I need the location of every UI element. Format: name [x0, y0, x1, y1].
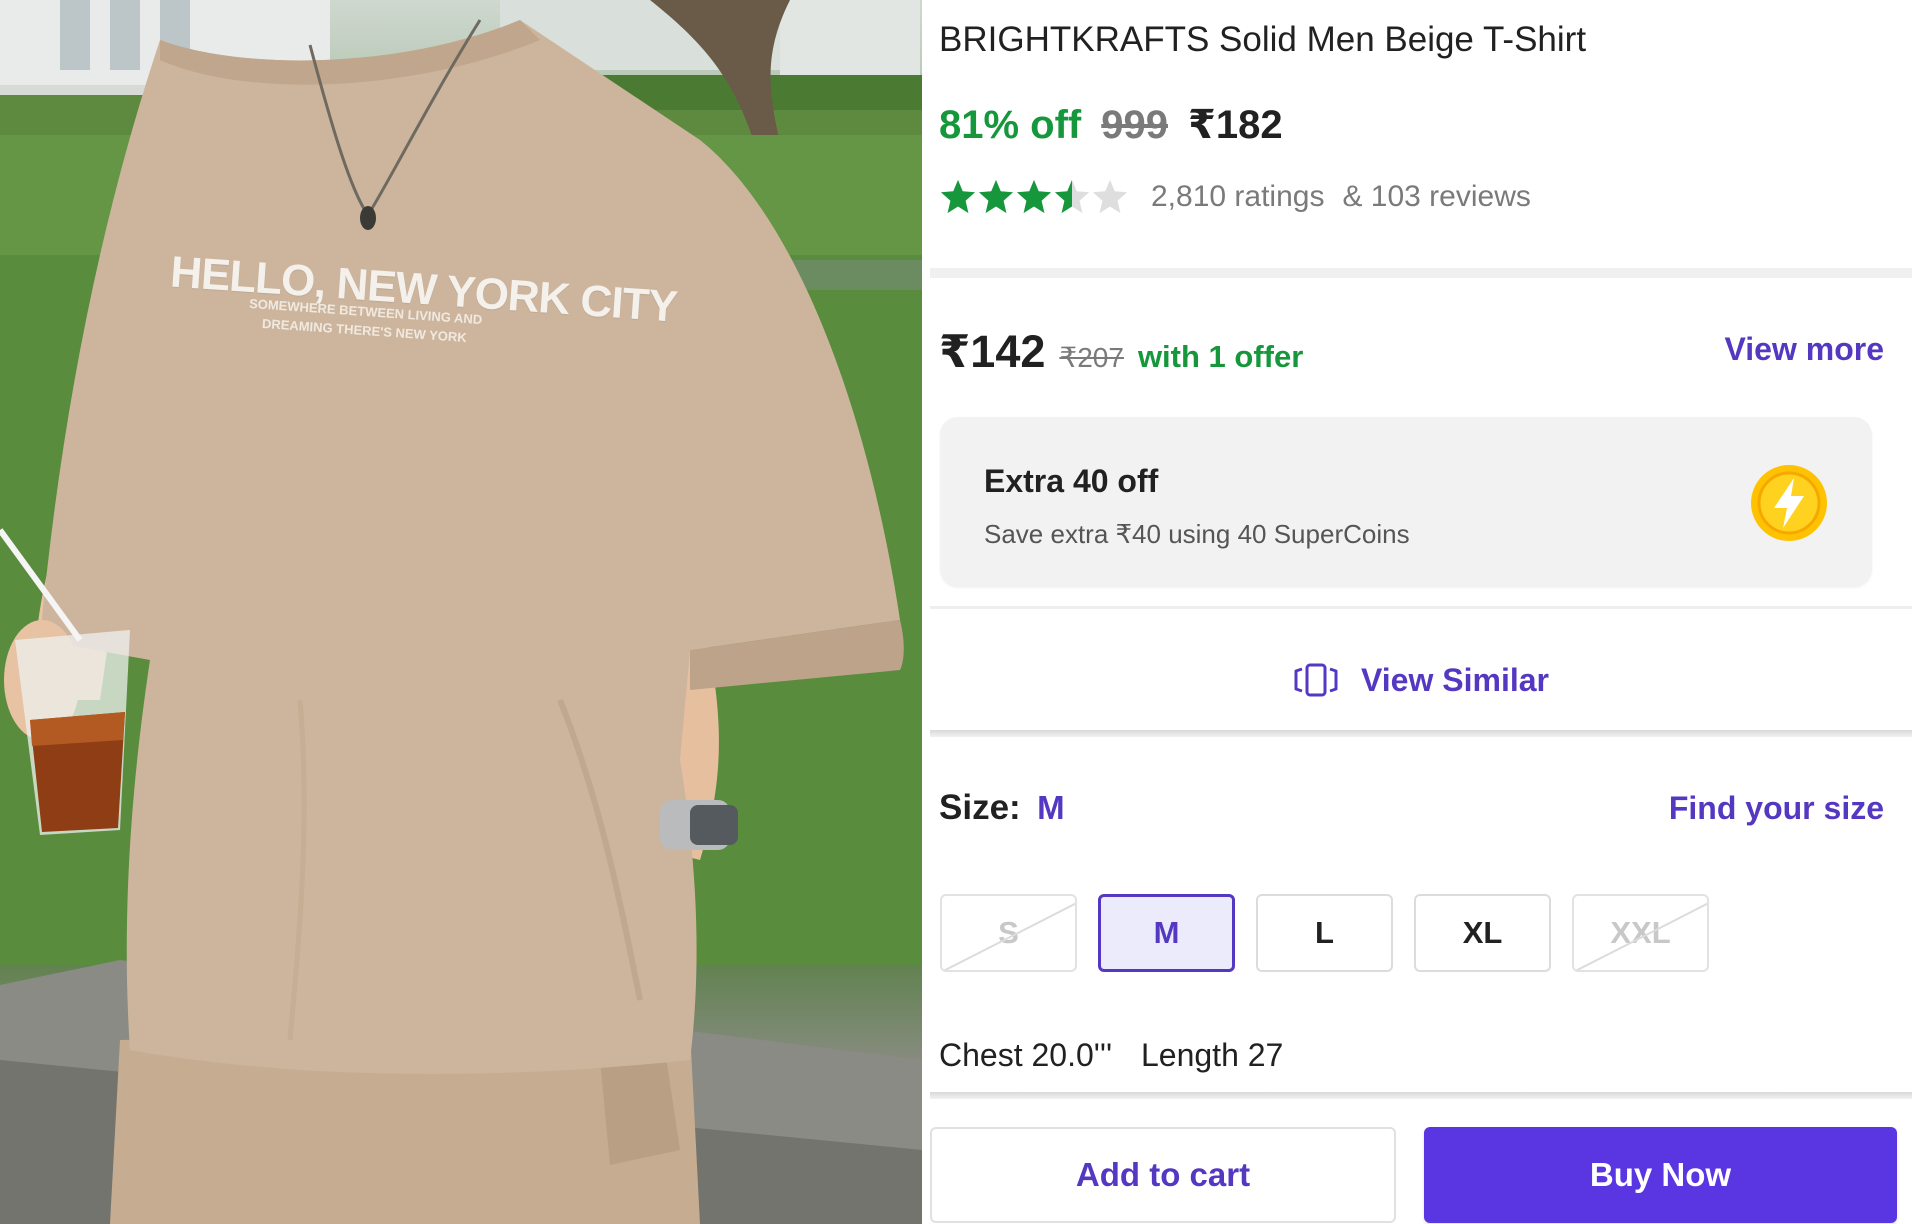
size-option-m[interactable]: M	[1098, 894, 1235, 972]
section-divider	[930, 268, 1912, 278]
add-to-cart-button[interactable]: Add to cart	[930, 1127, 1396, 1223]
offer-price: ₹142	[939, 326, 1046, 377]
size-options: S M L XL XXL	[940, 894, 1709, 972]
discount-percent: 81% off	[939, 103, 1082, 147]
supercoins-card[interactable]: Extra 40 off Save extra ₹40 using 40 Sup…	[940, 417, 1872, 587]
ratings-count: 2,810 ratings	[1151, 180, 1325, 213]
view-similar-icon	[1294, 663, 1338, 697]
view-similar-button[interactable]: View Similar	[922, 650, 1920, 710]
selected-size: M	[1037, 789, 1065, 826]
original-price: 999	[1101, 103, 1168, 147]
bottom-action-bar: Add to cart Buy Now	[930, 1110, 1912, 1224]
size-option-s[interactable]: S	[940, 894, 1077, 972]
section-divider	[930, 1092, 1912, 1099]
offer-text: with 1 offer	[1137, 339, 1304, 374]
view-similar-label: View Similar	[1361, 661, 1549, 698]
star-icon	[978, 179, 1014, 214]
offer-original-price: ₹207	[1059, 342, 1124, 373]
star-icon	[1054, 179, 1090, 214]
length-measurement: Length 27	[1140, 1037, 1284, 1073]
star-icon	[1016, 179, 1052, 214]
section-divider	[930, 606, 1912, 609]
product-image[interactable]: HELLO, NEW YORK CITY SOMEWHERE BETWEEN L…	[0, 0, 922, 1224]
size-measurements: Chest 20.0''' Length 27	[939, 1037, 1283, 1074]
star-icon	[1092, 179, 1128, 214]
price-row: 81% off 999 ₹182	[939, 102, 1283, 148]
section-divider	[930, 730, 1912, 737]
chest-measurement: Chest 20.0'''	[939, 1037, 1113, 1073]
size-label: Size:	[939, 788, 1021, 827]
view-more-link[interactable]: View more	[1725, 331, 1884, 368]
star-rating	[939, 178, 1129, 216]
supercoins-subtitle: Save extra ₹40 using 40 SuperCoins	[984, 519, 1410, 549]
product-details-panel: BRIGHTKRAFTS Solid Men Beige T-Shirt 81%…	[922, 0, 1920, 1224]
size-option-xxl[interactable]: XXL	[1572, 894, 1709, 972]
star-icon	[940, 179, 976, 214]
size-option-xl[interactable]: XL	[1414, 894, 1551, 972]
rating-row[interactable]: 2,810 ratings & 103 reviews	[939, 178, 1531, 216]
lightning-coin-icon	[1751, 465, 1827, 541]
supercoins-title: Extra 40 off	[984, 463, 1159, 499]
find-your-size-link[interactable]: Find your size	[1669, 790, 1884, 827]
product-photo-illustration	[0, 0, 922, 1224]
size-option-l[interactable]: L	[1256, 894, 1393, 972]
size-row: Size: M Find your size	[939, 788, 1884, 838]
buy-now-button[interactable]: Buy Now	[1424, 1127, 1897, 1223]
offer-price-row: ₹142 ₹207 with 1 offer View more	[939, 325, 1884, 381]
reviews-count: & 103 reviews	[1342, 180, 1531, 213]
selling-price: ₹182	[1188, 103, 1283, 147]
product-title: BRIGHTKRAFTS Solid Men Beige T-Shirt	[939, 20, 1587, 59]
